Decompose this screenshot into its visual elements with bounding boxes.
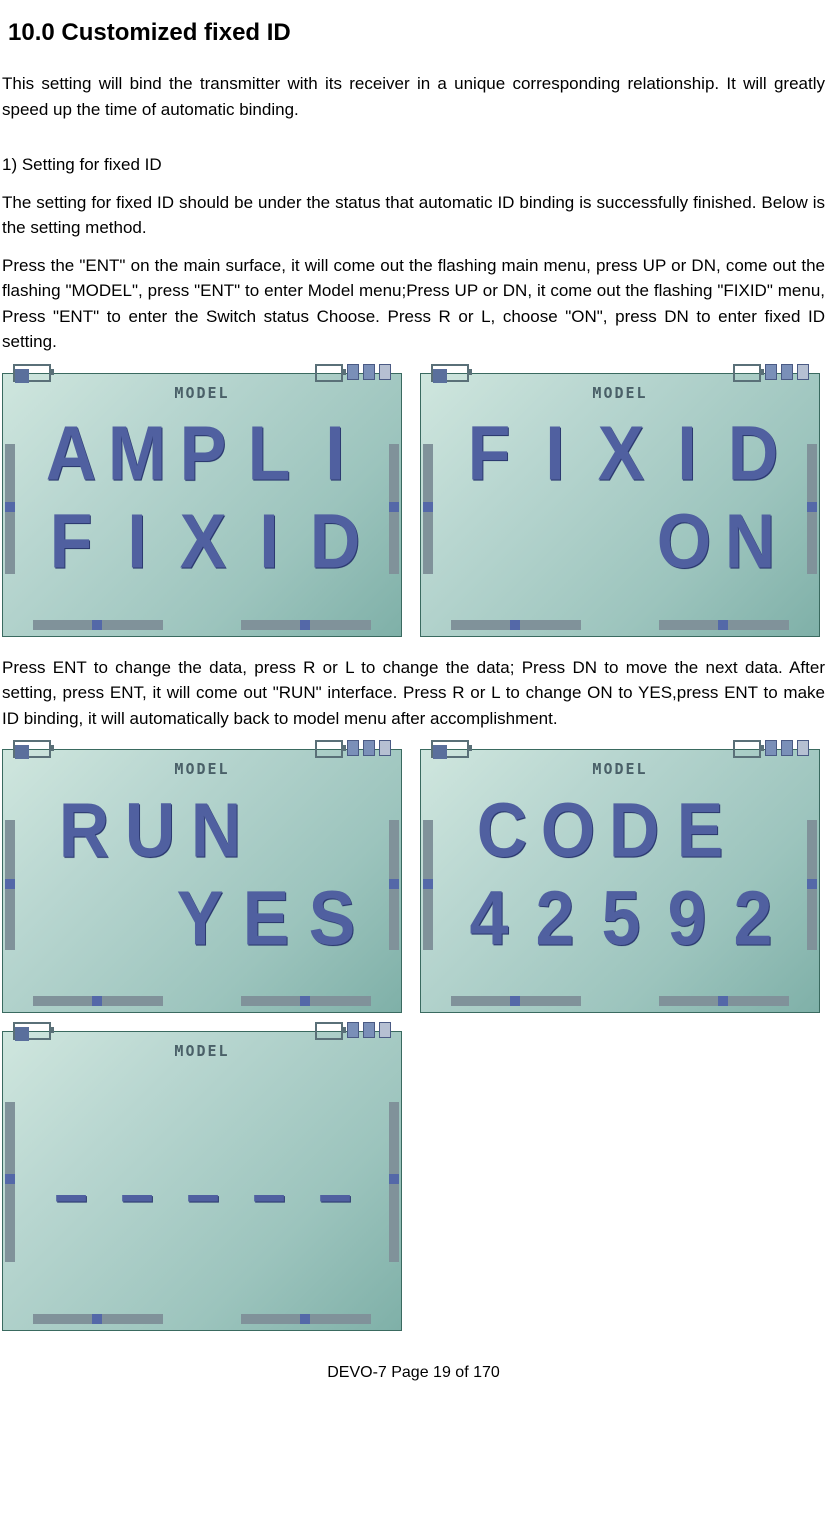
lcd-screenshot-run-yes: MODEL RUN YES [2,749,402,1013]
lcd-title: MODEL [431,758,809,781]
section-heading: 10.0 Customized fixed ID [0,15,827,51]
lcd-title: MODEL [431,382,809,405]
lcd-line-1: CODE [431,791,809,869]
page-footer: DEVO-7 Page 19 of 170 [0,1361,827,1385]
step-1-paragraph-1: The setting for fixed ID should be under… [0,190,827,241]
lcd-screenshot-ampli-fixid: MODEL AMPLI FIXID [2,373,402,637]
lcd-screenshot-dashes: MODEL . ––––– [2,1031,402,1331]
screenshot-row-3: MODEL . ––––– [0,1031,827,1331]
step-1-label: 1) Setting for fixed ID [0,152,827,178]
lcd-screenshot-code-42592: MODEL CODE 42592 [420,749,820,1013]
lcd-line-1: FIXID [431,414,809,492]
lcd-screenshot-fixid-on: MODEL FIXID ON [420,373,820,637]
lcd-line-2: YES [13,879,391,957]
intro-paragraph: This setting will bind the transmitter w… [0,71,827,122]
lcd-line-2: ON [431,502,809,580]
lcd-line-1: . [13,1073,391,1151]
lcd-title: MODEL [13,1040,391,1063]
step-1-paragraph-2: Press the "ENT" on the main surface, it … [0,253,827,355]
screenshot-row-2: MODEL RUN YES MODEL CODE 42592 [0,749,827,1013]
lcd-line-2: ––––– [13,1161,391,1239]
paragraph-2: Press ENT to change the data, press R or… [0,655,827,732]
screenshot-row-1: MODEL AMPLI FIXID MODEL FIXID ON [0,373,827,637]
lcd-title: MODEL [13,382,391,405]
lcd-line-1: AMPLI [13,414,391,492]
lcd-line-2: 42592 [431,879,809,957]
lcd-line-1: RUN [13,791,391,869]
lcd-title: MODEL [13,758,391,781]
lcd-line-2: FIXID [13,502,391,580]
